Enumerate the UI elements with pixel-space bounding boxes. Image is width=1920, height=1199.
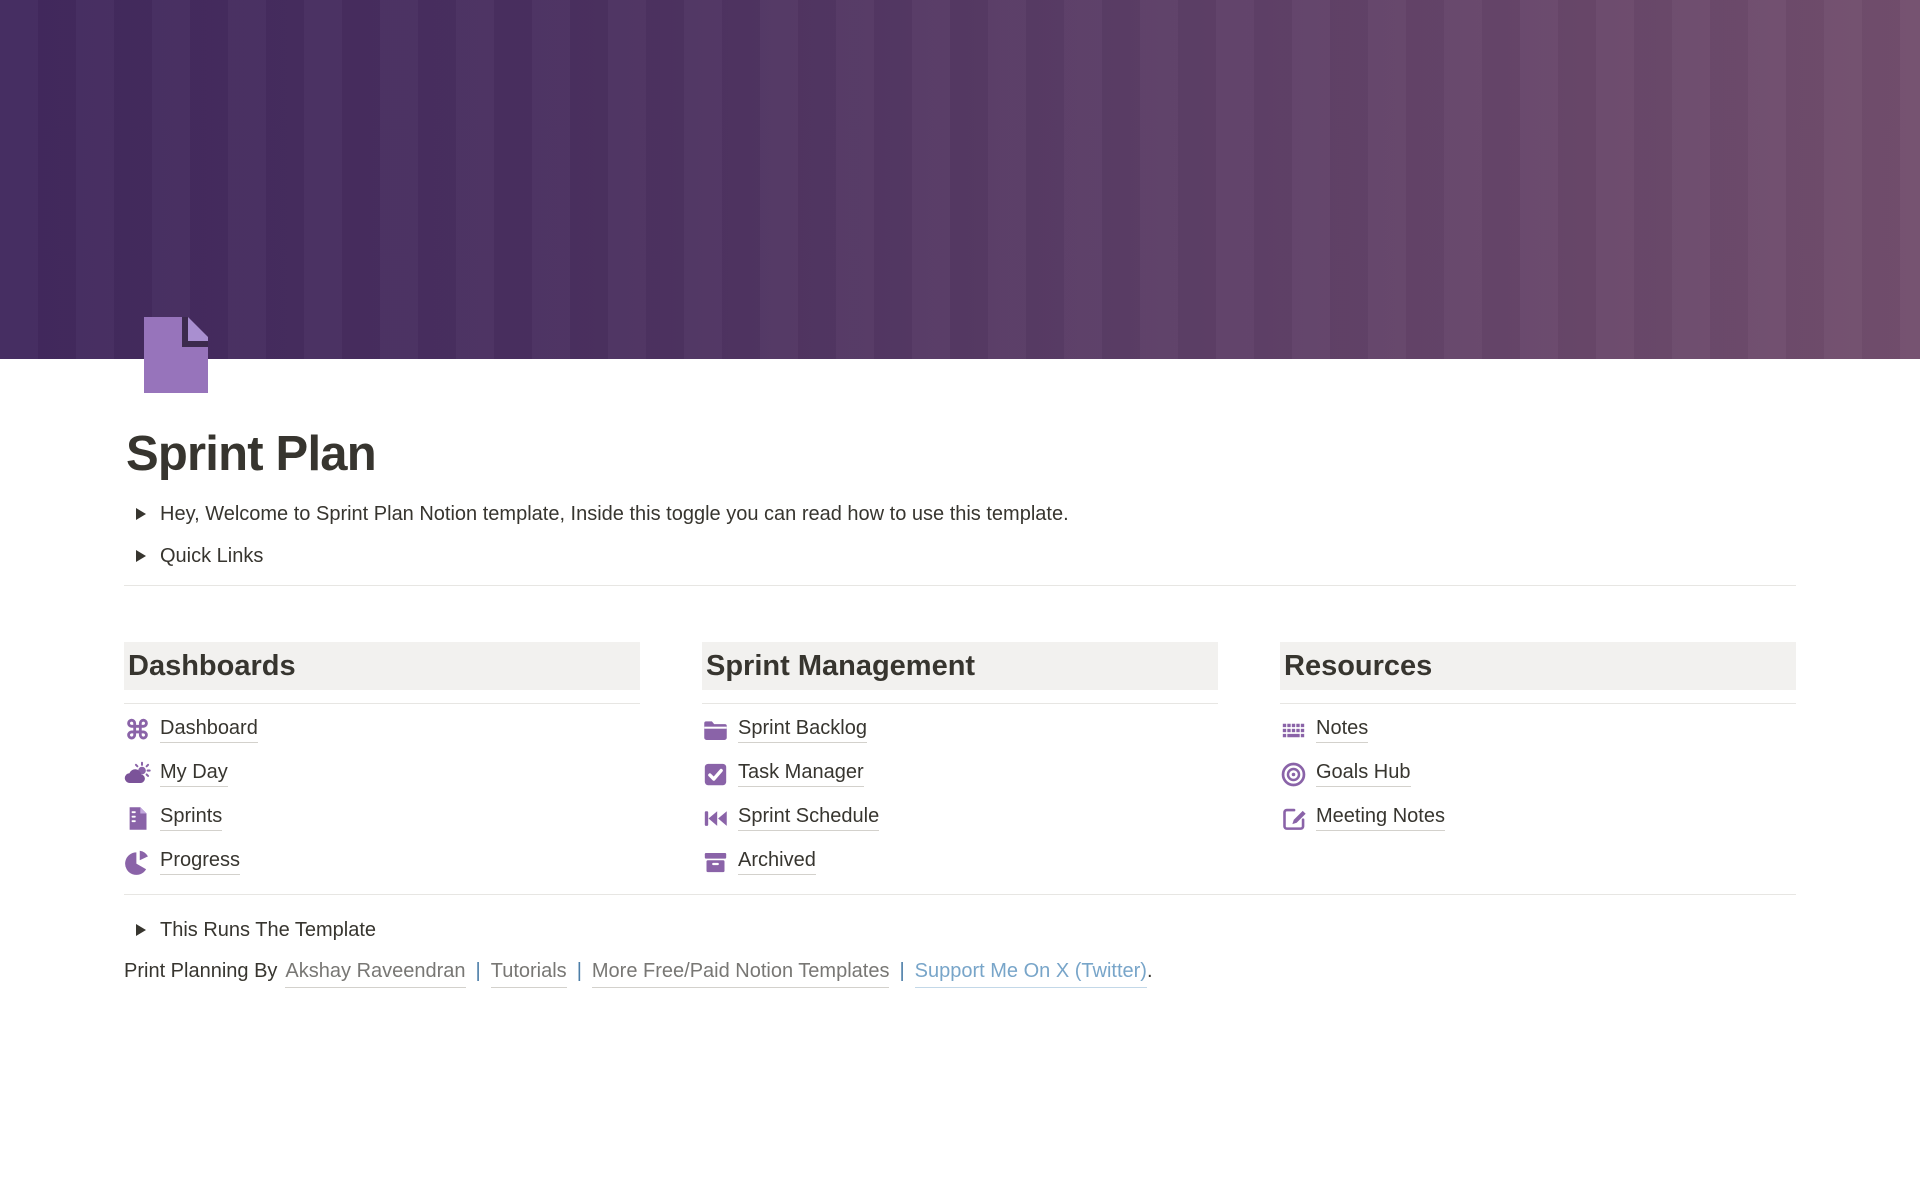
page-document-icon[interactable] — [144, 317, 208, 393]
list-item: Archived — [702, 840, 1218, 884]
link-list: Notes Goals Hub — [1280, 708, 1796, 840]
footer-prefix: Print Planning By — [124, 956, 277, 986]
footer-separator: | — [899, 956, 904, 986]
toggle-triangle-icon[interactable] — [128, 543, 154, 569]
column-heading: Resources — [1280, 642, 1796, 690]
author-link[interactable]: Akshay Raveendran — [285, 956, 465, 988]
column-heading: Dashboards — [124, 642, 640, 690]
welcome-toggle[interactable]: Hey, Welcome to Sprint Plan Notion templ… — [124, 499, 1796, 530]
folder-icon — [702, 717, 729, 744]
twitter-link[interactable]: Support Me On X (Twitter) — [915, 956, 1147, 988]
runs-template-toggle[interactable]: This Runs The Template — [124, 914, 1796, 945]
list-item: Progress — [124, 840, 640, 884]
column-heading: Sprint Management — [702, 642, 1218, 690]
list-item: Goals Hub — [1280, 752, 1796, 796]
page-content: Sprint Plan Hey, Welcome to Sprint Plan … — [0, 317, 1920, 988]
footer-separator: | — [577, 956, 582, 986]
pie-chart-icon — [124, 849, 151, 876]
link-meeting-notes[interactable]: Meeting Notes — [1316, 805, 1445, 831]
link-notes[interactable]: Notes — [1316, 717, 1368, 743]
list-item: Notes — [1280, 708, 1796, 752]
welcome-toggle-label: Hey, Welcome to Sprint Plan Notion templ… — [160, 499, 1069, 529]
link-archived[interactable]: Archived — [738, 849, 816, 875]
tutorials-link[interactable]: Tutorials — [491, 956, 567, 988]
link-my-day[interactable]: My Day — [160, 761, 228, 787]
link-sprints[interactable]: Sprints — [160, 805, 222, 831]
list-item: Task Manager — [702, 752, 1218, 796]
list-item: ⌘ Dashboard — [124, 708, 640, 752]
footer-credits: Print Planning By Akshay Raveendran | Tu… — [124, 956, 1796, 988]
toggle-triangle-icon[interactable] — [128, 917, 154, 943]
sun-cloud-icon — [124, 761, 151, 788]
link-list: ⌘ Dashboard — [124, 708, 640, 884]
toggle-triangle-icon[interactable] — [128, 501, 154, 527]
list-item: Sprints — [124, 796, 640, 840]
triangle-right-icon — [136, 550, 146, 562]
column-sprint-management: Sprint Management Sprint Backlog — [702, 642, 1218, 884]
link-progress[interactable]: Progress — [160, 849, 240, 875]
rewind-icon — [702, 805, 729, 832]
link-sprint-schedule[interactable]: Sprint Schedule — [738, 805, 879, 831]
footer-separator: | — [476, 956, 481, 986]
page-title: Sprint Plan — [126, 425, 1796, 484]
templates-link[interactable]: More Free/Paid Notion Templates — [592, 956, 890, 988]
checkbox-icon — [702, 761, 729, 788]
link-dashboard[interactable]: Dashboard — [160, 717, 258, 743]
link-task-manager[interactable]: Task Manager — [738, 761, 864, 787]
footer-suffix: . — [1147, 956, 1153, 986]
link-goals-hub[interactable]: Goals Hub — [1316, 761, 1411, 787]
triangle-right-icon — [136, 508, 146, 520]
quick-links-toggle-label: Quick Links — [160, 541, 263, 571]
link-columns: Dashboards ⌘ Dashboard — [124, 642, 1796, 884]
cover-image — [0, 0, 1920, 359]
triangle-right-icon — [136, 924, 146, 936]
column-resources: Resources — [1280, 642, 1796, 884]
link-list: Sprint Backlog Task Manager — [702, 708, 1218, 884]
column-dashboards: Dashboards ⌘ Dashboard — [124, 642, 640, 884]
list-item: Sprint Schedule — [702, 796, 1218, 840]
divider — [124, 585, 1796, 586]
divider — [1280, 703, 1796, 704]
keyboard-icon — [1280, 717, 1307, 744]
runs-template-toggle-label: This Runs The Template — [160, 915, 376, 945]
archive-icon — [702, 849, 729, 876]
command-icon: ⌘ — [124, 717, 151, 744]
link-sprint-backlog[interactable]: Sprint Backlog — [738, 717, 867, 743]
quick-links-toggle[interactable]: Quick Links — [124, 541, 1796, 572]
list-item: Sprint Backlog — [702, 708, 1218, 752]
edit-icon — [1280, 805, 1307, 832]
list-item: Meeting Notes — [1280, 796, 1796, 840]
divider — [702, 703, 1218, 704]
divider — [124, 703, 640, 704]
document-lines-icon — [124, 805, 151, 832]
list-item: My Day — [124, 752, 640, 796]
target-icon — [1280, 761, 1307, 788]
divider — [124, 894, 1796, 895]
